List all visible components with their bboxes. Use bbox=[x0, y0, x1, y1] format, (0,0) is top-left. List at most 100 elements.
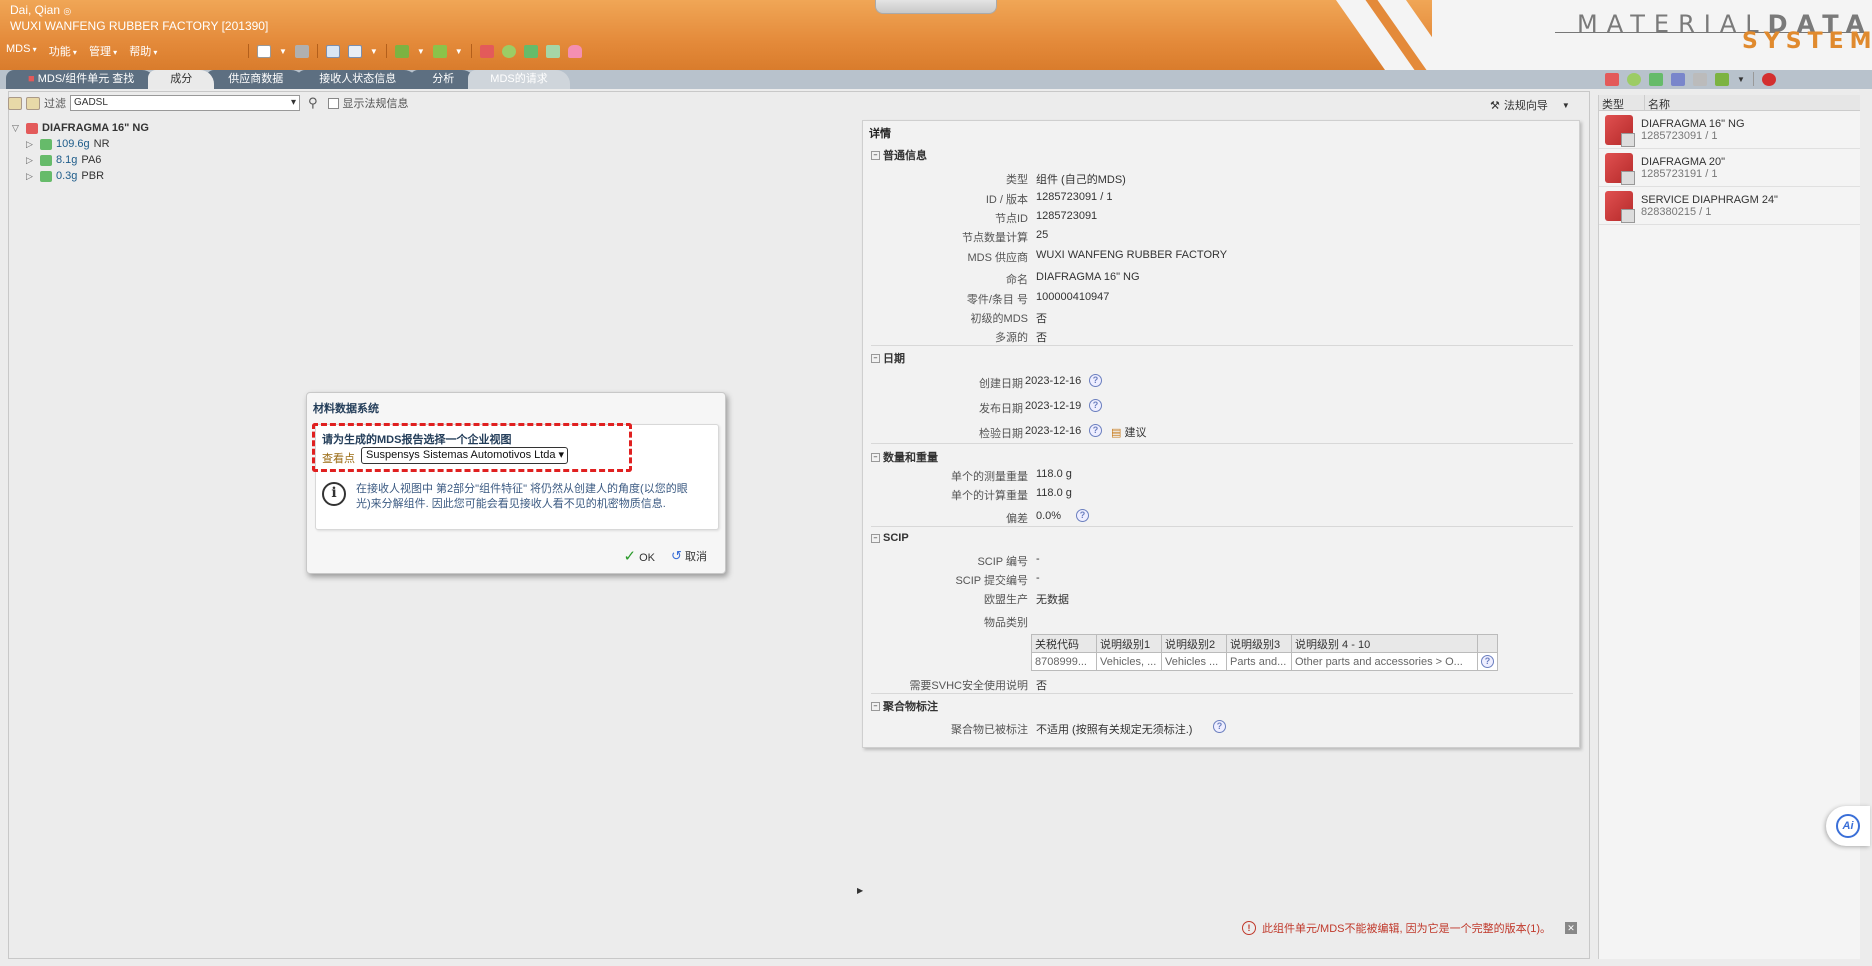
tab-mds-requests: MDS的请求 bbox=[468, 70, 570, 89]
search-icon[interactable]: ⚲ bbox=[308, 95, 318, 111]
table-cell: Parts and... bbox=[1226, 652, 1292, 671]
divider bbox=[871, 693, 1573, 694]
table-row[interactable]: 8708999... Vehicles, ... Vehicles ... Pa… bbox=[1031, 652, 1498, 671]
tree-node[interactable]: ▷ 109.6g NR bbox=[26, 136, 149, 152]
save-icon[interactable] bbox=[294, 44, 309, 58]
tab-composition[interactable]: 成分 bbox=[148, 70, 215, 89]
filter-select[interactable]: GADSL bbox=[70, 95, 300, 111]
column-type[interactable]: 类型 bbox=[1599, 95, 1645, 111]
copy-icon[interactable] bbox=[325, 44, 340, 58]
list-item[interactable]: DIAFRAGMA 20" 1285723191 / 1 bbox=[1599, 149, 1860, 187]
column-header[interactable]: 关税代码 bbox=[1031, 634, 1097, 653]
expand-all-icon[interactable] bbox=[8, 96, 22, 110]
substance-icon[interactable] bbox=[523, 44, 538, 58]
table-header-row: 关税代码 说明级别1 说明级别2 说明级别3 说明级别 4 - 10 bbox=[1031, 634, 1498, 653]
column-header[interactable]: 说明级别2 bbox=[1161, 634, 1227, 653]
view-select[interactable]: Suspensys Sistemas Automotivos Ltda bbox=[361, 447, 568, 464]
tab-recipient-status[interactable]: 接收人状态信息 bbox=[297, 70, 419, 89]
component-icon bbox=[26, 122, 38, 134]
document-icon[interactable] bbox=[1693, 72, 1707, 86]
new-document-icon[interactable] bbox=[257, 44, 271, 58]
material-icon[interactable] bbox=[501, 44, 516, 58]
cancel-button[interactable]: ↺ 取消 bbox=[671, 548, 707, 564]
column-header[interactable]: 说明级别1 bbox=[1096, 634, 1162, 653]
menu-functions[interactable]: 功能 bbox=[49, 43, 77, 59]
expanded-triangle-icon[interactable]: ▽ bbox=[12, 123, 22, 134]
info-text: 在接收人视图中 第2部分"组件特征" 将仍然从创建人的角度(以您的眼光)来分解组… bbox=[356, 483, 688, 510]
column-name[interactable]: 名称 bbox=[1645, 95, 1860, 111]
node-name: PBR bbox=[81, 170, 105, 182]
help-icon[interactable]: ? bbox=[1089, 399, 1102, 412]
help-icon[interactable]: ? bbox=[1481, 655, 1494, 668]
menu-mds[interactable]: MDS bbox=[6, 43, 37, 59]
menu-manage[interactable]: 管理 bbox=[89, 43, 117, 59]
top-handle[interactable] bbox=[875, 0, 997, 14]
list-item[interactable]: DIAFRAGMA 16" NG 1285723091 / 1 bbox=[1599, 111, 1860, 149]
close-icon[interactable]: ✕ bbox=[1565, 922, 1578, 934]
section-dates[interactable]: – 日期 bbox=[871, 350, 905, 366]
regulation-wizard[interactable]: ⚒ 法规向导 ▼ bbox=[1490, 97, 1570, 113]
ai-assistant-button[interactable]: Ai bbox=[1826, 806, 1870, 846]
column-header[interactable]: 说明级别 4 - 10 bbox=[1291, 634, 1478, 653]
import-icon[interactable] bbox=[394, 44, 409, 58]
import-icon[interactable] bbox=[1715, 72, 1729, 86]
related-items-panel: 类型 名称 DIAFRAGMA 16" NG 1285723091 / 1 DIA… bbox=[1598, 95, 1860, 959]
add-component-icon[interactable] bbox=[1605, 72, 1619, 86]
component-icon bbox=[1605, 114, 1635, 147]
component-icon bbox=[1605, 190, 1635, 223]
tab-mds-search[interactable]: ■ MDS/组件单元 查找 bbox=[6, 70, 157, 89]
node-weight: 0.3g bbox=[56, 170, 78, 182]
collapse-all-icon[interactable] bbox=[26, 96, 40, 110]
toolbar-separator bbox=[1752, 72, 1754, 86]
chevron-down-icon[interactable]: ▼ bbox=[279, 47, 287, 56]
item-name: DIAFRAGMA 20" bbox=[1641, 155, 1725, 168]
section-weight[interactable]: – 数量和重量 bbox=[871, 449, 938, 465]
column-header[interactable]: 说明级别3 bbox=[1226, 634, 1292, 653]
section-scip[interactable]: – SCIP bbox=[871, 532, 909, 544]
component-icon[interactable] bbox=[479, 44, 494, 58]
material-icon bbox=[40, 154, 52, 166]
collapsed-triangle-icon[interactable]: ▷ bbox=[26, 139, 36, 150]
semi-component-icon[interactable] bbox=[545, 44, 560, 58]
item-name: SERVICE DIAPHRAGM 24" bbox=[1641, 193, 1778, 206]
right-toolbar: ▼ bbox=[1605, 72, 1776, 86]
collapsed-triangle-icon[interactable]: ▷ bbox=[26, 171, 36, 182]
help-icon[interactable]: ? bbox=[1213, 720, 1226, 733]
delete-icon[interactable] bbox=[1761, 72, 1776, 86]
item-id: 1285723091 / 1 bbox=[1641, 129, 1718, 142]
view-label: 查看点 bbox=[322, 453, 355, 465]
tree-root[interactable]: ▽ DIAFRAGMA 16" NG bbox=[12, 120, 149, 136]
add-substance-icon[interactable] bbox=[1649, 72, 1663, 86]
chevron-down-icon[interactable]: ▼ bbox=[417, 47, 425, 56]
ok-button[interactable]: ✓ OK bbox=[623, 547, 655, 565]
help-icon[interactable]: ? bbox=[1076, 509, 1089, 522]
report-icon[interactable] bbox=[347, 44, 362, 58]
show-regulation-checkbox[interactable] bbox=[327, 97, 339, 109]
add-material-icon[interactable] bbox=[1627, 72, 1641, 86]
logo-system: SYSTEM bbox=[1742, 29, 1872, 54]
help-icon[interactable]: ? bbox=[1089, 424, 1102, 437]
edit-icon[interactable] bbox=[1671, 72, 1685, 86]
section-general[interactable]: – 普通信息 bbox=[871, 147, 927, 163]
collapsed-triangle-icon[interactable]: ▷ bbox=[26, 155, 36, 166]
menu-help[interactable]: 帮助 bbox=[129, 43, 157, 59]
ai-icon: Ai bbox=[1836, 814, 1860, 838]
chevron-down-icon[interactable]: ▼ bbox=[455, 47, 463, 56]
dialog-title: 材料数据系统 bbox=[313, 403, 379, 415]
list-item[interactable]: SERVICE DIAPHRAGM 24" 828380215 / 1 bbox=[1599, 187, 1860, 225]
suggest-link[interactable]: ▤ 建议 bbox=[1111, 424, 1146, 440]
tree-node[interactable]: ▷ 8.1g PA6 bbox=[26, 152, 149, 168]
tree-node[interactable]: ▷ 0.3g PBR bbox=[26, 168, 149, 184]
tab-analysis[interactable]: 分析 bbox=[410, 70, 477, 89]
flask-icon[interactable] bbox=[567, 44, 582, 58]
chevron-down-icon[interactable]: ▼ bbox=[1737, 75, 1745, 84]
help-icon[interactable]: ? bbox=[1089, 374, 1102, 387]
splitter-handle[interactable]: ▶ bbox=[857, 886, 863, 904]
tab-supplier-data[interactable]: 供应商数据 bbox=[206, 70, 306, 89]
chevron-down-icon[interactable]: ▼ bbox=[370, 47, 378, 56]
chevron-down-icon[interactable]: ▼ bbox=[1562, 101, 1570, 110]
section-polymer[interactable]: – 聚合物标注 bbox=[871, 698, 938, 714]
export-icon[interactable] bbox=[432, 44, 447, 58]
table-cell: Other parts and accessories > O... bbox=[1291, 652, 1478, 671]
menu-bar: MDS 功能 管理 帮助 bbox=[6, 43, 157, 59]
